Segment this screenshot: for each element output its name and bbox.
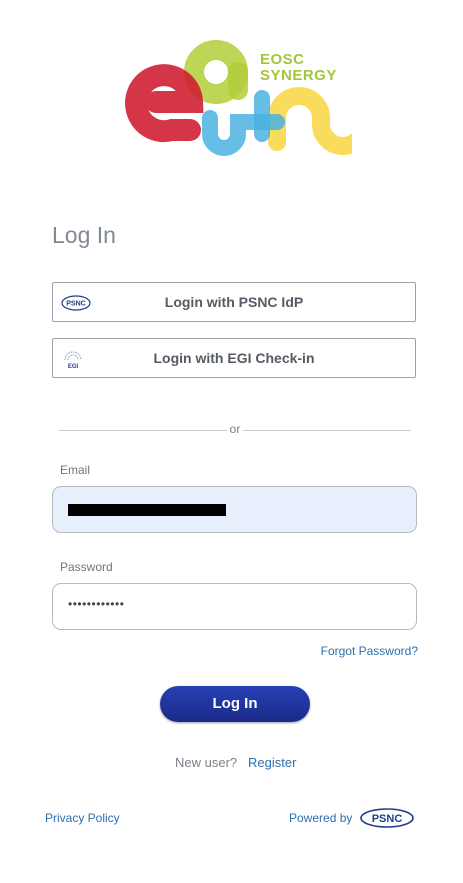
divider-line-left: [59, 430, 227, 431]
register-link[interactable]: Register: [248, 755, 296, 770]
divider-line-right: [243, 430, 411, 431]
password-value: ••••••••••••: [68, 597, 125, 611]
brand-line2: SYNERGY: [260, 67, 337, 84]
email-field[interactable]: [52, 486, 417, 533]
or-divider: or: [59, 422, 411, 438]
divider-or-text: or: [229, 422, 241, 436]
password-label: Password: [60, 560, 113, 574]
brand-text: EOSC SYNERGY: [260, 52, 337, 84]
login-submit-button[interactable]: Log In: [160, 686, 310, 722]
page-title: Log In: [52, 222, 116, 248]
forgot-password-link[interactable]: Forgot Password?: [321, 644, 418, 658]
password-field[interactable]: ••••••••••••: [52, 583, 417, 630]
privacy-policy-link[interactable]: Privacy Policy: [45, 811, 120, 825]
psnc-idp-label: Login with PSNC IdP: [164, 294, 304, 310]
new-user-text: New user?: [175, 755, 238, 770]
email-redacted-value: [68, 504, 226, 516]
brand-line1: EOSC: [260, 51, 305, 68]
svg-text:PSNC: PSNC: [372, 813, 403, 825]
egi-checkin-button[interactable]: EGI Login with EGI Check-in: [52, 338, 416, 378]
psnc-logo-icon[interactable]: PSNC: [360, 806, 416, 835]
email-label: Email: [60, 463, 91, 477]
psnc-idp-button[interactable]: PSNC Login with PSNC IdP: [52, 282, 416, 322]
egi-checkin-label: Login with EGI Check-in: [153, 350, 315, 366]
powered-by-text: Powered by: [289, 811, 353, 825]
